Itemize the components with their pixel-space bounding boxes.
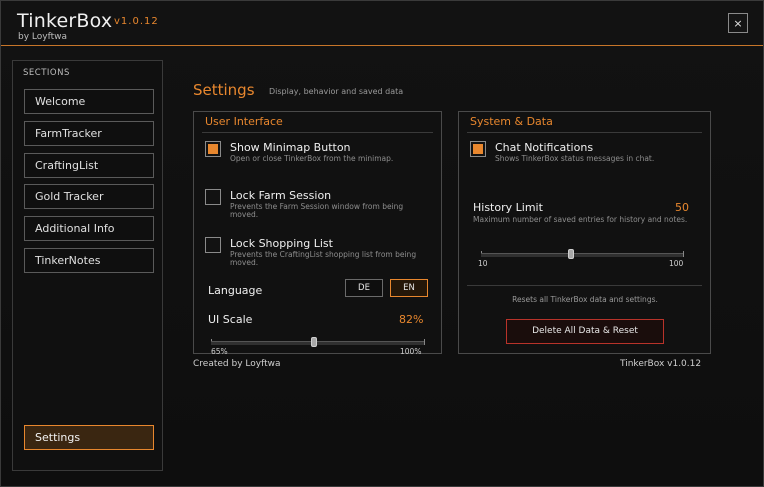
ui-scale-min-label: 65% — [211, 347, 228, 356]
slider-end-max — [424, 339, 425, 345]
show-minimap-checkbox[interactable] — [205, 141, 221, 157]
sidebar-item-additional-info[interactable]: Additional Info — [24, 216, 154, 241]
option-label: Lock Farm Session — [230, 189, 332, 202]
sidebar-item-gold-tracker[interactable]: Gold Tracker — [24, 184, 154, 209]
option-label: Chat Notifications — [495, 141, 594, 154]
history-limit-slider[interactable] — [481, 253, 683, 257]
option-description: Open or close TinkerBox from the minimap… — [230, 154, 394, 163]
app-author: by Loyftwa — [18, 32, 68, 42]
reset-note: Resets all TinkerBox data and settings. — [512, 295, 658, 304]
sidebar-item-welcome[interactable]: Welcome — [24, 89, 154, 114]
ui-scale-value: 82% — [399, 313, 424, 326]
lock-shopping-list-checkbox[interactable] — [205, 237, 221, 253]
option-label: Show Minimap Button — [230, 141, 351, 154]
option-description: Prevents the CraftingList shopping list … — [230, 250, 417, 267]
footer-version: TinkerBox v1.0.12 — [620, 359, 702, 369]
sidebar-title: SECTIONS — [23, 68, 70, 78]
tinkerbox-window: TinkerBox v1.0.12 by Loyftwa × SECTIONS … — [0, 0, 764, 487]
history-limit-slider-thumb[interactable] — [567, 249, 574, 259]
title-bar[interactable]: TinkerBox v1.0.12 by Loyftwa × — [1, 1, 763, 45]
history-limit-value: 50 — [675, 201, 689, 214]
slider-end-max — [683, 251, 684, 257]
option-description: Prevents the Farm Session window from be… — [230, 202, 404, 219]
history-min-label: 10 — [478, 259, 488, 268]
ui-scale-label: UI Scale — [208, 313, 253, 326]
sidebar: SECTIONS Welcome FarmTracker CraftingLis… — [12, 60, 163, 471]
user-interface-panel: User Interface Show Minimap Button Open … — [193, 111, 442, 356]
footer-credit: Created by Loyftwa — [193, 359, 281, 369]
sidebar-item-craftinglist[interactable]: CraftingList — [24, 153, 154, 178]
app-title: TinkerBox — [17, 10, 113, 32]
panel-title: User Interface — [205, 115, 283, 128]
page-subtitle: Display, behavior and saved data — [269, 87, 404, 96]
history-limit-description: Maximum number of saved entries for hist… — [473, 215, 688, 224]
option-description: Shows TinkerBox status messages in chat. — [495, 154, 655, 163]
panel-divider — [467, 132, 702, 133]
panel-title: System & Data — [470, 115, 553, 128]
history-max-label: 100 — [669, 259, 684, 268]
history-limit-label: History Limit — [473, 201, 543, 214]
ui-scale-slider[interactable] — [211, 341, 424, 345]
sidebar-item-settings[interactable]: Settings — [24, 425, 154, 450]
lock-farm-session-checkbox[interactable] — [205, 189, 221, 205]
close-icon: × — [733, 17, 743, 30]
sidebar-item-farmtracker[interactable]: FarmTracker — [24, 121, 154, 146]
sidebar-item-tinkernotes[interactable]: TinkerNotes — [24, 248, 154, 273]
delete-all-reset-button[interactable]: Delete All Data & Reset — [506, 319, 664, 344]
ui-scale-slider-thumb[interactable] — [311, 337, 318, 347]
option-label: Lock Shopping List — [230, 237, 333, 250]
panel-divider — [202, 132, 433, 133]
chat-notifications-checkbox[interactable] — [470, 141, 486, 157]
system-data-panel: System & Data Chat Notifications Shows T… — [458, 111, 711, 354]
language-en-button[interactable]: EN — [390, 279, 428, 297]
header-divider — [1, 45, 763, 46]
language-label: Language — [208, 284, 263, 297]
language-de-button[interactable]: DE — [345, 279, 383, 297]
close-button[interactable]: × — [728, 13, 748, 33]
panel-divider — [467, 285, 702, 286]
app-version: v1.0.12 — [114, 16, 159, 27]
page-title: Settings — [193, 81, 255, 99]
ui-scale-max-label: 100% — [400, 347, 422, 356]
